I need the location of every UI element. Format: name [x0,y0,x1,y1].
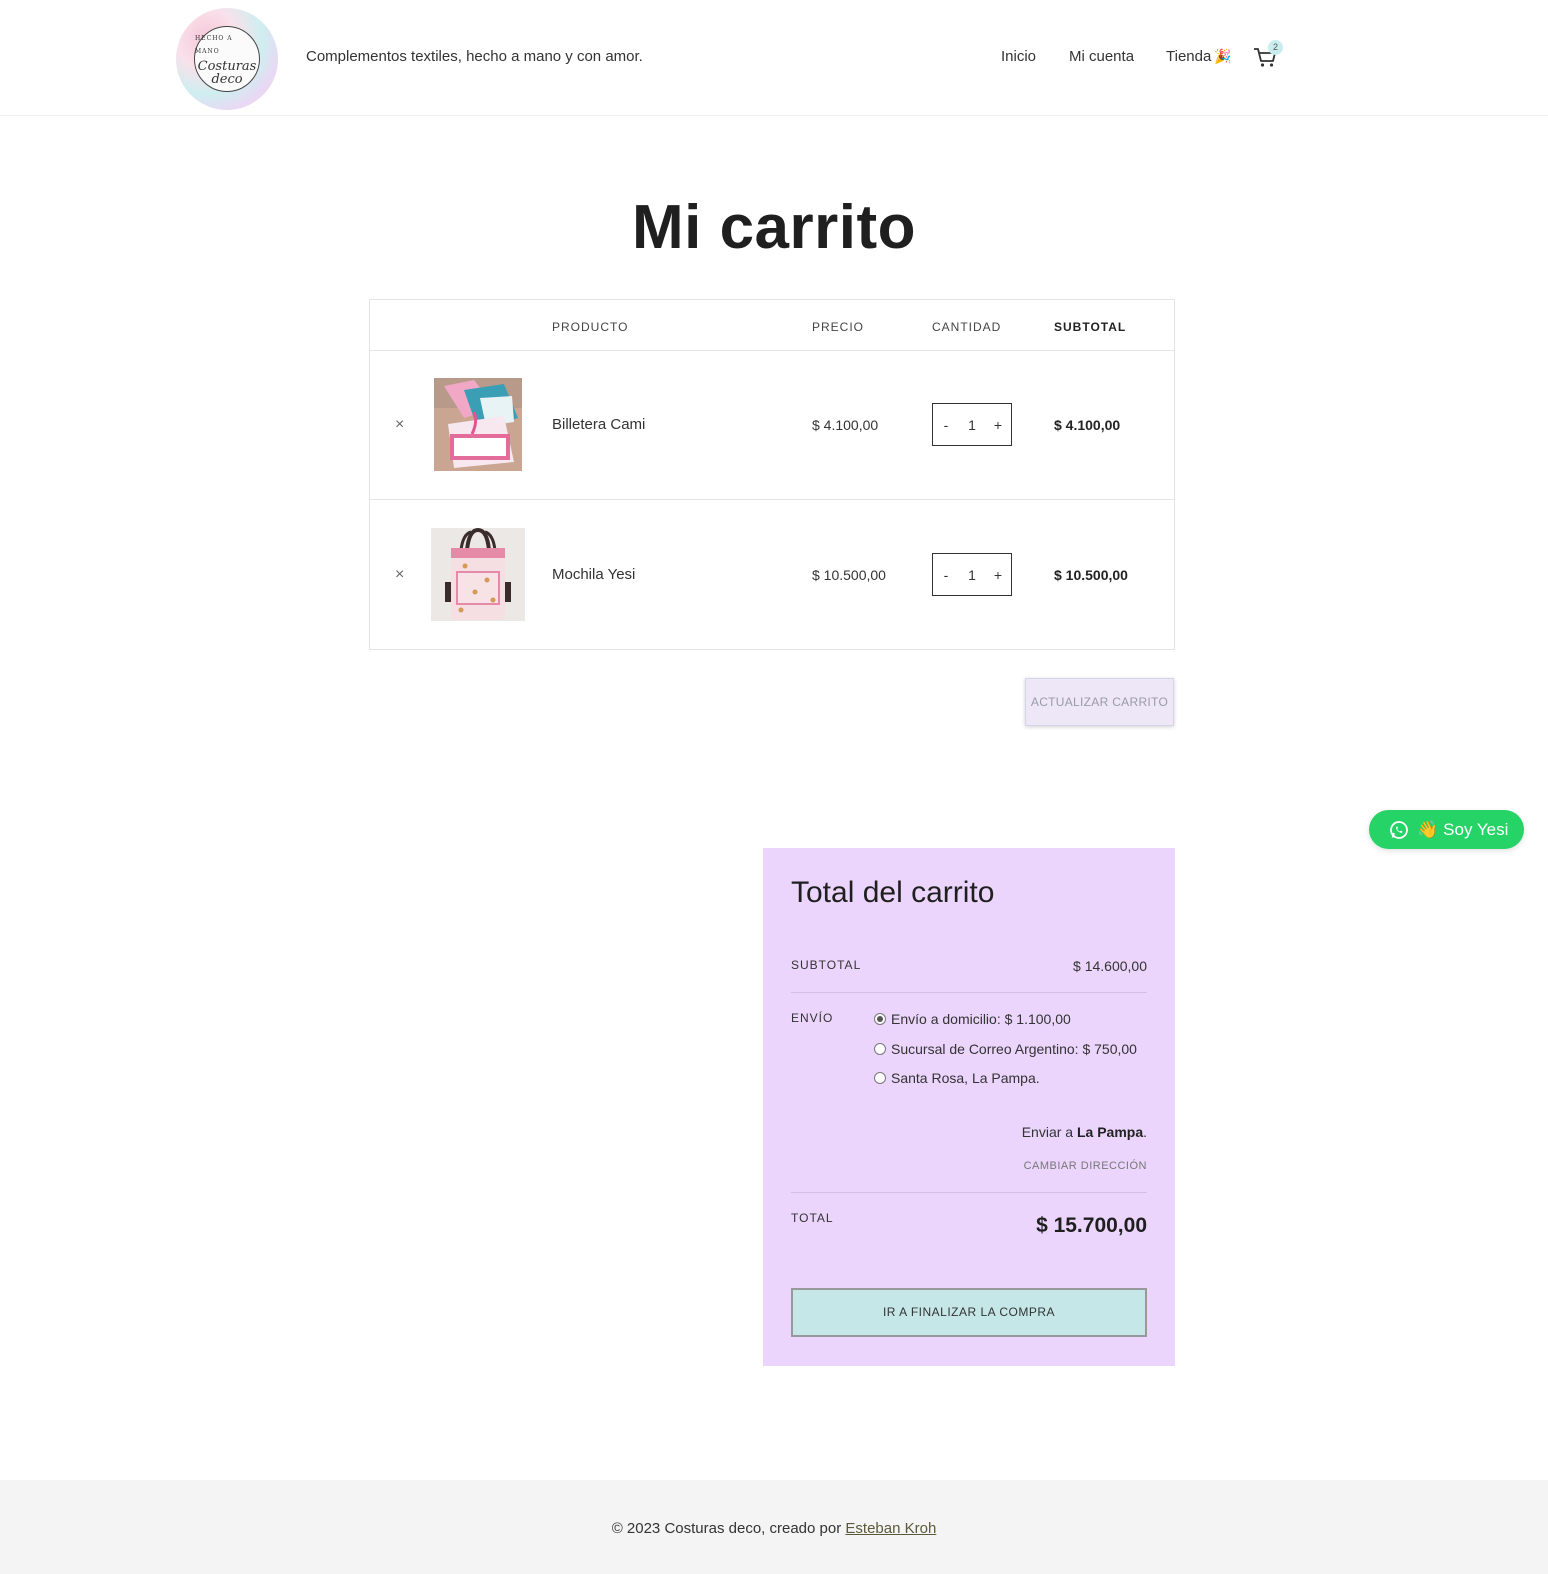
footer-copyright: © 2023 Costuras deco, creado por [611,1520,842,1537]
nav-tienda-label: Tienda [1166,48,1212,65]
quantity-input[interactable]: 1 [963,567,981,583]
whatsapp-icon [1390,820,1408,839]
radio-button[interactable] [874,1013,886,1025]
ship-to-prefix: Enviar a [1021,1124,1074,1140]
ship-to-place: La Pampa [1076,1124,1144,1140]
shipping-option-domicilio[interactable]: Envío a domicilio: $ 1.100,00 [874,1011,1071,1027]
radio-button[interactable] [874,1043,886,1055]
shipping-option-santa-rosa[interactable]: Santa Rosa, La Pampa. [874,1070,1040,1086]
nav-tienda[interactable]: Tienda 🎉 [1166,48,1232,65]
waving-hand-icon: 👋 [1417,819,1439,839]
product-thumbnail-billetera[interactable] [434,378,522,471]
cart-totals-title: Total del carrito [791,876,995,909]
shipping-option-correo[interactable]: Sucursal de Correo Argentino: $ 750,00 [874,1041,1137,1057]
site-logo[interactable]: HECHO A MANO Costuras deco [176,8,278,110]
remove-item-button[interactable]: × [395,566,404,584]
shipping-label: ENVÍO [791,1011,834,1025]
cart-table: PRODUCTO PRECIO CANTIDAD SUBTOTAL × Bill… [369,299,1175,650]
column-header-cantidad: CANTIDAD [932,320,1002,334]
logo-top-text: HECHO A MANO [195,35,233,55]
party-popper-icon: 🎉 [1214,48,1232,64]
subtotal-value: $ 14.600,00 [1073,958,1147,974]
logo-text-deco: deco [211,72,243,87]
remove-item-button[interactable]: × [395,416,404,434]
shipping-option-label: Envío a domicilio: $ 1.100,00 [891,1011,1071,1027]
quantity-increase-button[interactable]: + [989,417,1007,433]
line-subtotal: $ 4.100,00 [1054,417,1121,433]
ship-to-destination: Enviar a La Pampa. [1022,1124,1147,1140]
product-name-link[interactable]: Mochila Yesi [552,566,635,583]
quantity-stepper[interactable]: - 1 + [932,553,1012,596]
row-divider [370,499,1174,500]
nav-inicio[interactable]: Inicio [1001,48,1036,65]
radio-button[interactable] [874,1072,886,1084]
column-header-subtotal: SUBTOTAL [1054,320,1127,334]
change-address-link[interactable]: CAMBIAR DIRECCIÓN [1024,1160,1147,1172]
proceed-to-checkout-button[interactable]: IR A FINALIZAR LA COMPRA [791,1288,1147,1337]
quantity-decrease-button[interactable]: - [937,567,955,583]
totals-divider [791,992,1147,993]
subtotal-label: SUBTOTAL [791,958,862,972]
total-value: $ 15.700,00 [1036,1214,1147,1237]
product-price: $ 4.100,00 [812,417,879,433]
nav-mi-cuenta[interactable]: Mi cuenta [1069,48,1134,65]
product-name-link[interactable]: Billetera Cami [552,416,645,433]
logo-badge: HECHO A MANO Costuras deco [194,26,260,92]
site-header: HECHO A MANO Costuras deco Complementos … [0,0,1548,116]
column-header-precio: PRECIO [812,320,865,334]
product-thumbnail-mochila[interactable] [431,528,525,621]
cart-totals-panel: Total del carrito SUBTOTAL $ 14.600,00 E… [763,848,1175,1366]
footer-author-link[interactable]: Esteban Kroh [845,1520,936,1537]
product-price: $ 10.500,00 [812,567,886,583]
footer-credits: © 2023 Costuras deco, creado por Esteban… [0,1520,1548,1537]
shipping-option-label: Sucursal de Correo Argentino: $ 750,00 [891,1041,1137,1057]
header-divider [370,350,1174,351]
totals-divider [791,1192,1147,1193]
line-subtotal: $ 10.500,00 [1054,567,1128,583]
whatsapp-label: Soy Yesi [1443,819,1509,839]
page-title: Mi carrito [631,193,917,262]
site-footer: © 2023 Costuras deco, creado por Esteban… [0,1480,1548,1574]
quantity-input[interactable]: 1 [963,417,981,433]
quantity-increase-button[interactable]: + [989,567,1007,583]
update-cart-button[interactable]: ACTUALIZAR CARRITO [1025,678,1174,726]
site-tagline: Complementos textiles, hecho a mano y co… [306,48,643,65]
cart-count-badge: 2 [1268,40,1283,55]
quantity-decrease-button[interactable]: - [937,417,955,433]
column-header-producto: PRODUCTO [552,320,629,334]
whatsapp-chat-button[interactable]: 👋 Soy Yesi [1369,810,1524,849]
total-label: TOTAL [791,1211,834,1225]
shipping-option-label: Santa Rosa, La Pampa. [891,1070,1040,1086]
ship-to-suffix: . [1143,1124,1147,1140]
quantity-stepper[interactable]: - 1 + [932,403,1012,446]
